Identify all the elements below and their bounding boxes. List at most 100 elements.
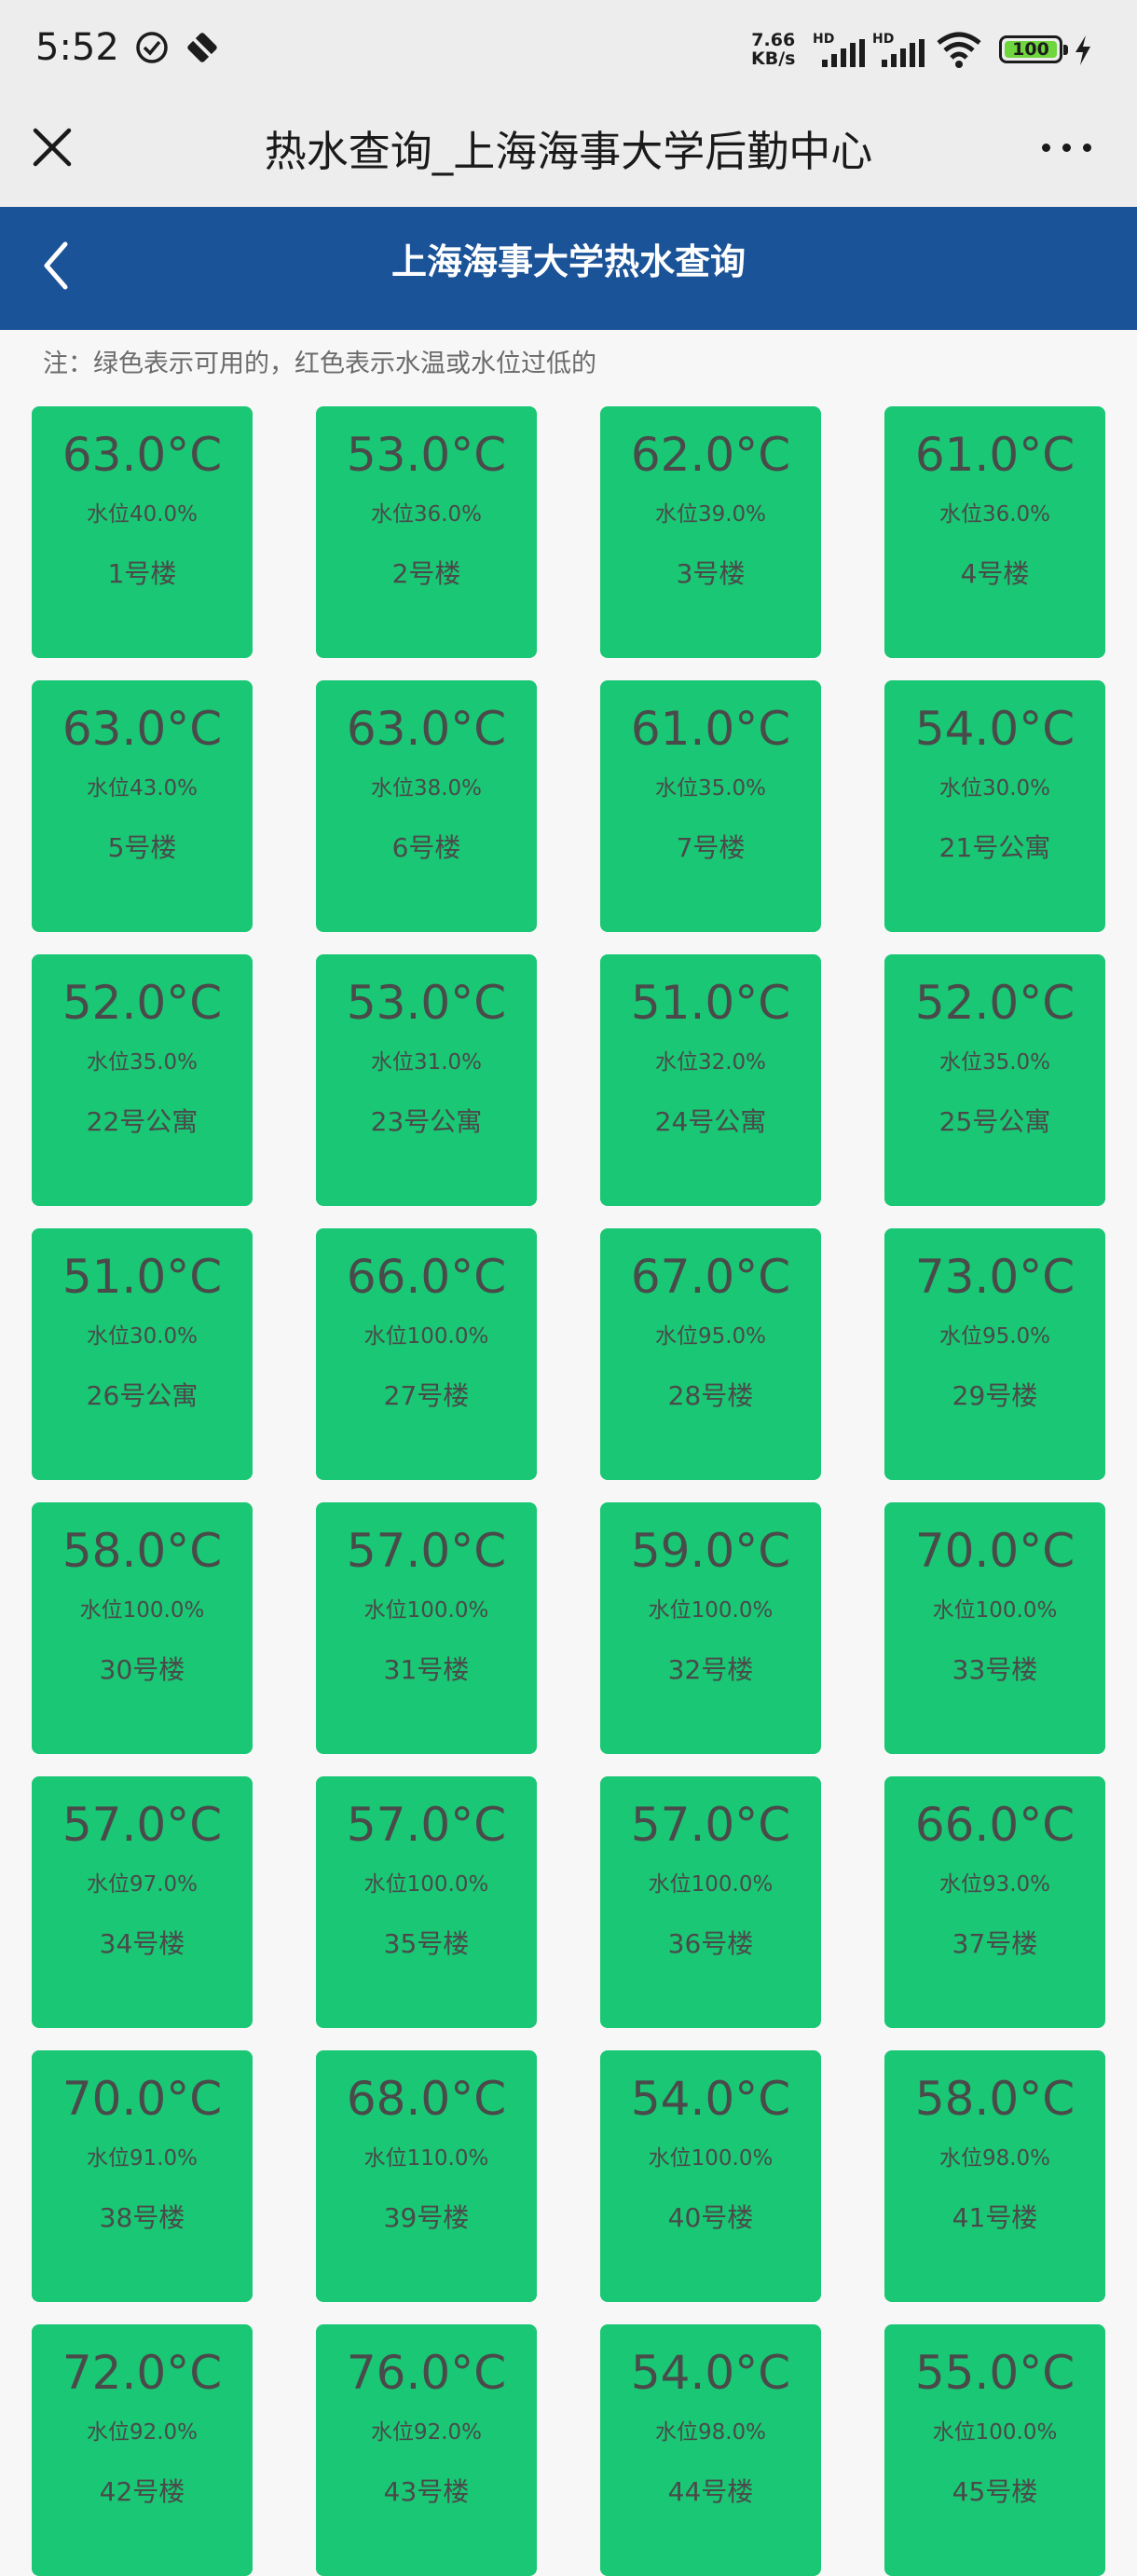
building-card[interactable]: 76.0°C 水位92.0% 43号楼	[316, 2324, 537, 2576]
building-card[interactable]: 55.0°C 水位100.0% 45号楼	[884, 2324, 1105, 2576]
water-temperature: 57.0°C	[346, 1798, 507, 1852]
water-level: 水位100.0%	[648, 2146, 774, 2171]
water-temperature: 61.0°C	[914, 428, 1075, 482]
water-level: 水位98.0%	[938, 2146, 1051, 2171]
water-temperature: 63.0°C	[62, 702, 223, 756]
water-temperature: 76.0°C	[346, 2346, 507, 2400]
close-icon[interactable]	[26, 121, 78, 173]
water-temperature: 54.0°C	[630, 2072, 791, 2126]
building-card[interactable]: 59.0°C 水位100.0% 32号楼	[600, 1502, 821, 1754]
building-name: 30号楼	[99, 1654, 185, 1685]
building-card[interactable]: 61.0°C 水位35.0% 7号楼	[600, 680, 821, 932]
water-level: 水位98.0%	[654, 2420, 767, 2445]
header-title: 上海海事大学热水查询	[390, 241, 746, 282]
building-name: 3号楼	[676, 558, 746, 589]
building-name: 43号楼	[383, 2476, 470, 2507]
water-level: 水位30.0%	[86, 1324, 199, 1349]
water-temperature: 66.0°C	[346, 1250, 507, 1304]
building-card[interactable]: 70.0°C 水位100.0% 33号楼	[884, 1502, 1105, 1754]
water-temperature: 61.0°C	[630, 702, 791, 756]
clock: 5:52	[35, 26, 119, 69]
building-card[interactable]: 54.0°C 水位100.0% 40号楼	[600, 2050, 821, 2302]
building-name: 32号楼	[667, 1654, 754, 1685]
building-card[interactable]: 61.0°C 水位36.0% 4号楼	[884, 406, 1105, 658]
water-level: 水位32.0%	[654, 1050, 767, 1075]
water-level: 水位38.0%	[370, 776, 483, 801]
building-card[interactable]: 57.0°C 水位100.0% 35号楼	[316, 1776, 537, 2028]
building-name: 31号楼	[383, 1654, 470, 1685]
signal-icon-sim2: HD	[872, 32, 932, 71]
building-card[interactable]: 63.0°C 水位40.0% 1号楼	[32, 406, 253, 658]
building-name: 6号楼	[391, 832, 461, 863]
water-temperature: 52.0°C	[914, 976, 1075, 1030]
water-level: 水位36.0%	[938, 502, 1051, 527]
building-name: 2号楼	[391, 558, 461, 589]
water-temperature: 53.0°C	[346, 976, 507, 1030]
building-card[interactable]: 63.0°C 水位38.0% 6号楼	[316, 680, 537, 932]
building-card[interactable]: 52.0°C 水位35.0% 25号公寓	[884, 954, 1105, 1206]
location-off-icon	[187, 33, 217, 62]
water-temperature: 70.0°C	[914, 1524, 1075, 1578]
building-name: 36号楼	[667, 1928, 754, 1959]
building-name: 21号公寓	[938, 832, 1051, 863]
water-temperature: 57.0°C	[630, 1798, 791, 1852]
water-level: 水位95.0%	[938, 1324, 1051, 1349]
building-card[interactable]: 66.0°C 水位93.0% 37号楼	[884, 1776, 1105, 2028]
building-card[interactable]: 51.0°C 水位30.0% 26号公寓	[32, 1228, 253, 1480]
water-temperature: 62.0°C	[630, 428, 791, 482]
water-level: 水位100.0%	[648, 1872, 774, 1897]
building-name: 5号楼	[107, 832, 177, 863]
water-temperature: 52.0°C	[62, 976, 223, 1030]
building-card[interactable]: 57.0°C 水位100.0% 31号楼	[316, 1502, 537, 1754]
building-card[interactable]: 67.0°C 水位95.0% 28号楼	[600, 1228, 821, 1480]
building-card[interactable]: 51.0°C 水位32.0% 24号公寓	[600, 954, 821, 1206]
building-card[interactable]: 58.0°C 水位98.0% 41号楼	[884, 2050, 1105, 2302]
building-name: 4号楼	[960, 558, 1030, 589]
building-card[interactable]: 58.0°C 水位100.0% 30号楼	[32, 1502, 253, 1754]
building-card[interactable]: 73.0°C 水位95.0% 29号楼	[884, 1228, 1105, 1480]
building-card[interactable]: 72.0°C 水位92.0% 42号楼	[32, 2324, 253, 2576]
building-name: 7号楼	[676, 832, 746, 863]
water-level: 水位100.0%	[363, 1324, 489, 1349]
water-temperature: 55.0°C	[914, 2346, 1075, 2400]
building-card[interactable]: 57.0°C 水位100.0% 36号楼	[600, 1776, 821, 2028]
water-level: 水位43.0%	[86, 776, 199, 801]
building-card[interactable]: 52.0°C 水位35.0% 22号公寓	[32, 954, 253, 1206]
building-card[interactable]: 57.0°C 水位97.0% 34号楼	[32, 1776, 253, 2028]
water-temperature: 57.0°C	[62, 1798, 223, 1852]
building-card[interactable]: 53.0°C 水位36.0% 2号楼	[316, 406, 537, 658]
building-card[interactable]: 53.0°C 水位31.0% 23号公寓	[316, 954, 537, 1206]
page-header: 上海海事大学热水查询	[0, 207, 1137, 330]
water-temperature: 63.0°C	[62, 428, 223, 482]
title-bar: 热水查询_上海海事大学后勤中心	[0, 103, 1137, 207]
charging-icon	[1075, 35, 1090, 65]
building-card[interactable]: 62.0°C 水位39.0% 3号楼	[600, 406, 821, 658]
building-card[interactable]: 63.0°C 水位43.0% 5号楼	[32, 680, 253, 932]
page-title: 热水查询_上海海事大学后勤中心	[264, 127, 873, 176]
water-temperature: 58.0°C	[914, 2072, 1075, 2126]
building-card[interactable]: 54.0°C 水位98.0% 44号楼	[600, 2324, 821, 2576]
water-level: 水位93.0%	[938, 1872, 1051, 1897]
building-card[interactable]: 54.0°C 水位30.0% 21号公寓	[884, 680, 1105, 932]
building-card[interactable]: 66.0°C 水位100.0% 27号楼	[316, 1228, 537, 1480]
water-temperature: 53.0°C	[346, 428, 507, 482]
water-level: 水位95.0%	[654, 1324, 767, 1349]
water-temperature: 51.0°C	[630, 976, 791, 1030]
water-level: 水位35.0%	[86, 1050, 199, 1075]
building-name: 24号公寓	[654, 1106, 767, 1137]
water-temperature: 54.0°C	[914, 702, 1075, 756]
water-temperature: 58.0°C	[62, 1524, 223, 1578]
more-options-icon[interactable]	[1034, 123, 1100, 171]
water-level: 水位97.0%	[86, 1872, 199, 1897]
building-card[interactable]: 70.0°C 水位91.0% 38号楼	[32, 2050, 253, 2302]
water-temperature: 70.0°C	[62, 2072, 223, 2126]
water-temperature: 57.0°C	[346, 1524, 507, 1578]
water-temperature: 54.0°C	[630, 2346, 791, 2400]
water-temperature: 51.0°C	[62, 1250, 223, 1304]
legend-note: 注：绿色表示可用的，红色表示水温或水位过低的	[43, 349, 596, 378]
water-level: 水位91.0%	[86, 2146, 199, 2171]
building-name: 27号楼	[383, 1380, 470, 1411]
building-card[interactable]: 68.0°C 水位110.0% 39号楼	[316, 2050, 537, 2302]
water-level: 水位110.0%	[363, 2146, 489, 2171]
water-level: 水位35.0%	[654, 776, 767, 801]
